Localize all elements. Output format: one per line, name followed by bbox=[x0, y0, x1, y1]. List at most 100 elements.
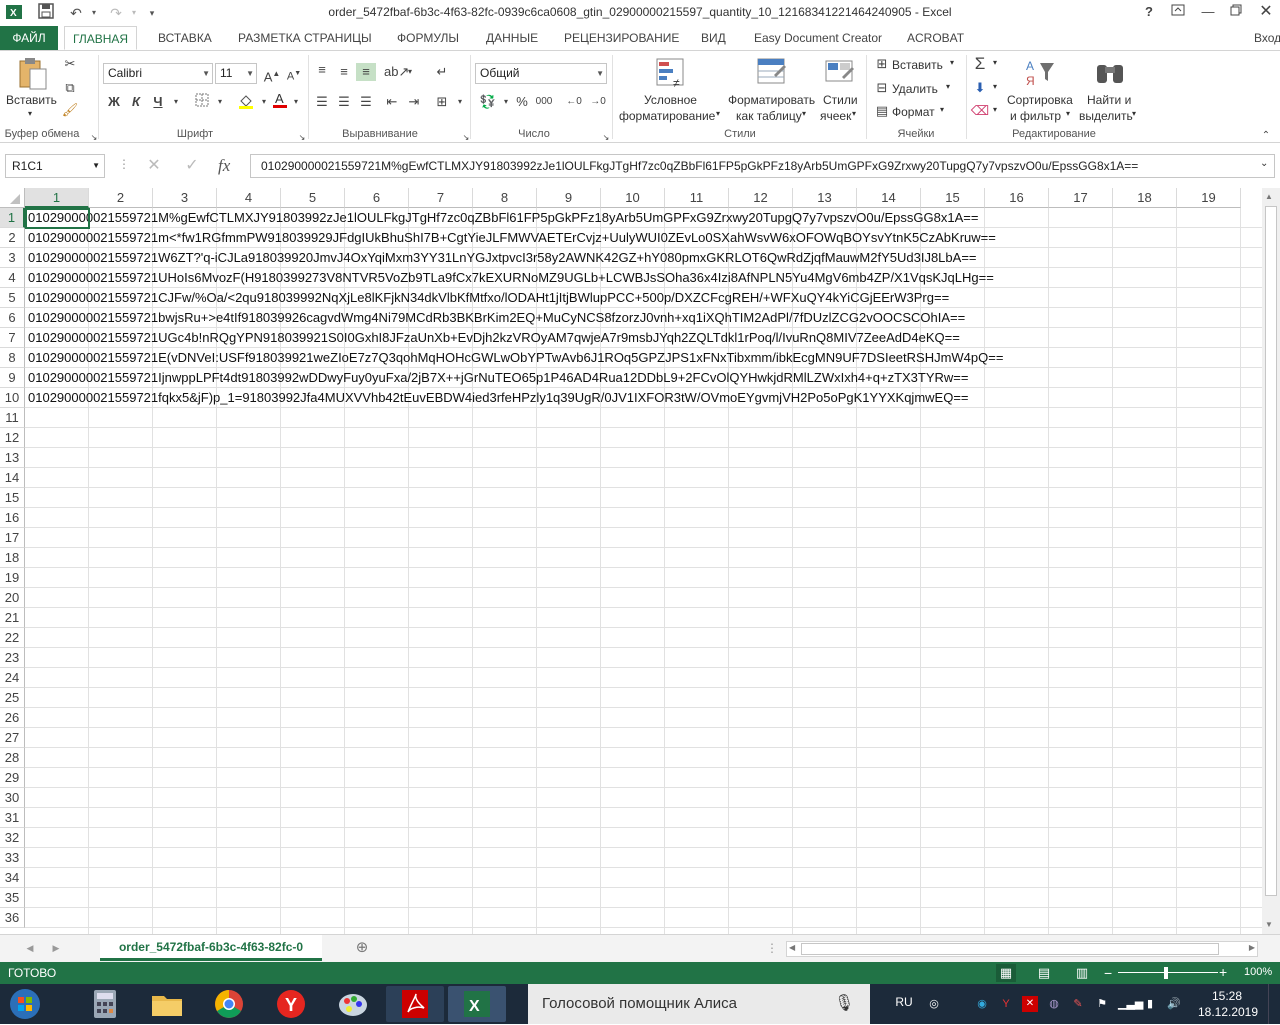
scroll-thumb[interactable] bbox=[1265, 206, 1277, 896]
scroll-down-icon[interactable]: ▼ bbox=[1265, 920, 1273, 929]
column-header[interactable]: 5 bbox=[281, 188, 345, 208]
add-sheet-icon[interactable]: ⊕ bbox=[352, 939, 372, 957]
increase-decimal-icon[interactable]: ←0 bbox=[564, 93, 584, 111]
cell[interactable]: 010290000021559721CJFw/%Oa/<2qu918039992… bbox=[28, 288, 949, 308]
row-header[interactable]: 21 bbox=[0, 608, 25, 628]
formula-input[interactable]: 010290000021559721M%gEwfCTLMXJY91803992z… bbox=[250, 154, 1275, 178]
chevron-down-icon[interactable]: ▾ bbox=[1132, 109, 1136, 118]
row-header[interactable]: 32 bbox=[0, 828, 25, 848]
delete-cells-button[interactable]: Удалить bbox=[892, 82, 938, 96]
scroll-thumb[interactable] bbox=[801, 943, 1219, 955]
font-name-select[interactable]: Calibri ▼ bbox=[103, 63, 213, 84]
column-header[interactable]: 2 bbox=[89, 188, 153, 208]
column-header[interactable]: 12 bbox=[729, 188, 793, 208]
borders-dropdown-icon[interactable]: ▾ bbox=[210, 93, 230, 111]
column-header[interactable]: 10 bbox=[601, 188, 665, 208]
chevron-down-icon[interactable]: ▾ bbox=[993, 82, 997, 91]
tray-battery-icon[interactable]: ▮ bbox=[1142, 996, 1158, 1012]
more-icon[interactable]: ⋮ bbox=[118, 157, 130, 171]
clock-time[interactable]: 15:28 bbox=[1200, 989, 1254, 1003]
zoom-level[interactable]: 100% bbox=[1244, 966, 1272, 978]
decrease-indent-icon[interactable]: ⇤ bbox=[382, 93, 402, 111]
find-select-button-line2[interactable]: выделить bbox=[1079, 109, 1133, 123]
insert-cells-icon[interactable]: ⊞ bbox=[872, 55, 892, 73]
vertical-scrollbar[interactable]: ▲ ▼ bbox=[1262, 188, 1280, 934]
column-header[interactable]: 8 bbox=[473, 188, 537, 208]
alignment-dialog-launcher-icon[interactable]: ↘ bbox=[456, 129, 476, 147]
page-break-view-icon[interactable]: ▥ bbox=[1072, 964, 1092, 982]
insert-cells-button[interactable]: Вставить bbox=[892, 58, 943, 72]
language-indicator[interactable]: RU bbox=[894, 994, 914, 1010]
scroll-right-icon[interactable]: ▶ bbox=[1249, 943, 1255, 952]
align-right-icon[interactable]: ☰ bbox=[356, 93, 376, 111]
align-middle-icon[interactable]: ≡ bbox=[334, 63, 354, 81]
fill-icon[interactable]: ⬇ bbox=[970, 79, 990, 97]
tray-yandex-icon[interactable]: Y bbox=[998, 996, 1014, 1012]
column-header[interactable]: 11 bbox=[665, 188, 729, 208]
row-header[interactable]: 24 bbox=[0, 668, 25, 688]
more-icon[interactable]: ⋮ bbox=[766, 941, 778, 955]
paste-icon[interactable] bbox=[16, 57, 50, 91]
row-header[interactable]: 20 bbox=[0, 588, 25, 608]
column-header[interactable]: 18 bbox=[1113, 188, 1177, 208]
underline-dropdown-icon[interactable]: ▾ bbox=[166, 93, 186, 111]
zoom-in-button[interactable]: + bbox=[1219, 964, 1227, 980]
copy-icon[interactable]: ⧉ bbox=[60, 79, 80, 97]
number-format-select[interactable]: Общий ▼ bbox=[475, 63, 607, 84]
chevron-down-icon[interactable]: ▾ bbox=[993, 58, 997, 67]
collapse-ribbon-icon[interactable]: ⌃ bbox=[1256, 127, 1276, 145]
sheet-tab[interactable]: order_5472fbaf-6b3c-4f63-82fc-0 bbox=[100, 935, 322, 961]
row-header[interactable]: 26 bbox=[0, 708, 25, 728]
cell[interactable]: 010290000021559721UHoIs6MvozF(H918039927… bbox=[28, 268, 994, 288]
confirm-entry-icon[interactable]: ✓ bbox=[182, 157, 202, 175]
tray-chrome-icon[interactable]: ◎ bbox=[926, 996, 942, 1012]
align-center-icon[interactable]: ☰ bbox=[334, 93, 354, 111]
orientation-dropdown-icon[interactable]: ▾ bbox=[400, 63, 420, 81]
find-select-icon[interactable] bbox=[1094, 57, 1128, 91]
row-header[interactable]: 29 bbox=[0, 768, 25, 788]
underline-button[interactable]: Ч bbox=[148, 93, 168, 111]
row-header[interactable]: 18 bbox=[0, 548, 25, 568]
format-cells-icon[interactable]: ▤ bbox=[872, 102, 892, 120]
maximize-button[interactable] bbox=[1224, 2, 1248, 22]
normal-view-icon[interactable]: ▦ bbox=[996, 964, 1016, 982]
horizontal-scrollbar[interactable]: ◀ ▶ bbox=[786, 941, 1258, 957]
chevron-down-icon[interactable]: ▾ bbox=[716, 109, 720, 118]
tab-easy-document-creator[interactable]: Easy Document Creator bbox=[746, 26, 890, 50]
tab-data[interactable]: ДАННЫЕ bbox=[478, 26, 546, 50]
zoom-slider-handle[interactable] bbox=[1164, 967, 1168, 979]
show-desktop-button[interactable] bbox=[1268, 984, 1280, 1024]
tray-close-app-icon[interactable]: ✕ bbox=[1022, 996, 1038, 1012]
prev-sheet-icon[interactable]: ◀ bbox=[20, 939, 40, 957]
format-as-table-button[interactable]: Форматировать bbox=[728, 93, 815, 107]
bold-button[interactable]: Ж bbox=[104, 93, 124, 111]
cell[interactable]: 010290000021559721m<*fw1RGfmmPW918039929… bbox=[28, 228, 996, 248]
cell[interactable]: 010290000021559721E(vDNVeI:USFf918039921… bbox=[28, 348, 1003, 368]
align-top-icon[interactable]: ≡ bbox=[312, 61, 332, 79]
scroll-up-icon[interactable]: ▲ bbox=[1265, 192, 1273, 201]
delete-cells-icon[interactable]: ⊟ bbox=[872, 79, 892, 97]
fill-color-icon[interactable] bbox=[236, 93, 256, 111]
chevron-down-icon[interactable]: ▾ bbox=[802, 109, 806, 118]
row-header[interactable]: 17 bbox=[0, 528, 25, 548]
clipboard-dialog-launcher-icon[interactable]: ↘ bbox=[84, 129, 104, 147]
merge-center-icon[interactable]: ⊞ bbox=[432, 93, 452, 111]
sort-filter-icon[interactable]: AЯ bbox=[1024, 57, 1058, 91]
expand-formula-bar-icon[interactable]: ⌄ bbox=[1260, 158, 1268, 169]
column-header[interactable]: 15 bbox=[921, 188, 985, 208]
cell[interactable]: 010290000021559721IjnwppLPFt4dt91803992w… bbox=[28, 368, 968, 388]
borders-icon[interactable] bbox=[192, 93, 212, 111]
find-select-button[interactable]: Найти и bbox=[1087, 93, 1131, 107]
format-as-table-button-line2[interactable]: как таблицу bbox=[736, 109, 802, 123]
select-all-corner[interactable] bbox=[0, 188, 25, 208]
cell[interactable]: 010290000021559721bwjsRu+>e4tIf918039926… bbox=[28, 308, 965, 328]
row-header[interactable]: 35 bbox=[0, 888, 25, 908]
tray-skype-icon[interactable]: ◉ bbox=[974, 996, 990, 1012]
cell-styles-button[interactable]: Стили bbox=[823, 93, 858, 107]
row-header[interactable]: 33 bbox=[0, 848, 25, 868]
cell[interactable]: 010290000021559721fqkx5&jF)p_1=91803992J… bbox=[28, 388, 969, 408]
conditional-formatting-button[interactable]: Условное bbox=[644, 93, 697, 107]
tab-insert[interactable]: ВСТАВКА bbox=[150, 26, 220, 50]
column-header[interactable]: 4 bbox=[217, 188, 281, 208]
row-header[interactable]: 7 bbox=[0, 328, 25, 348]
